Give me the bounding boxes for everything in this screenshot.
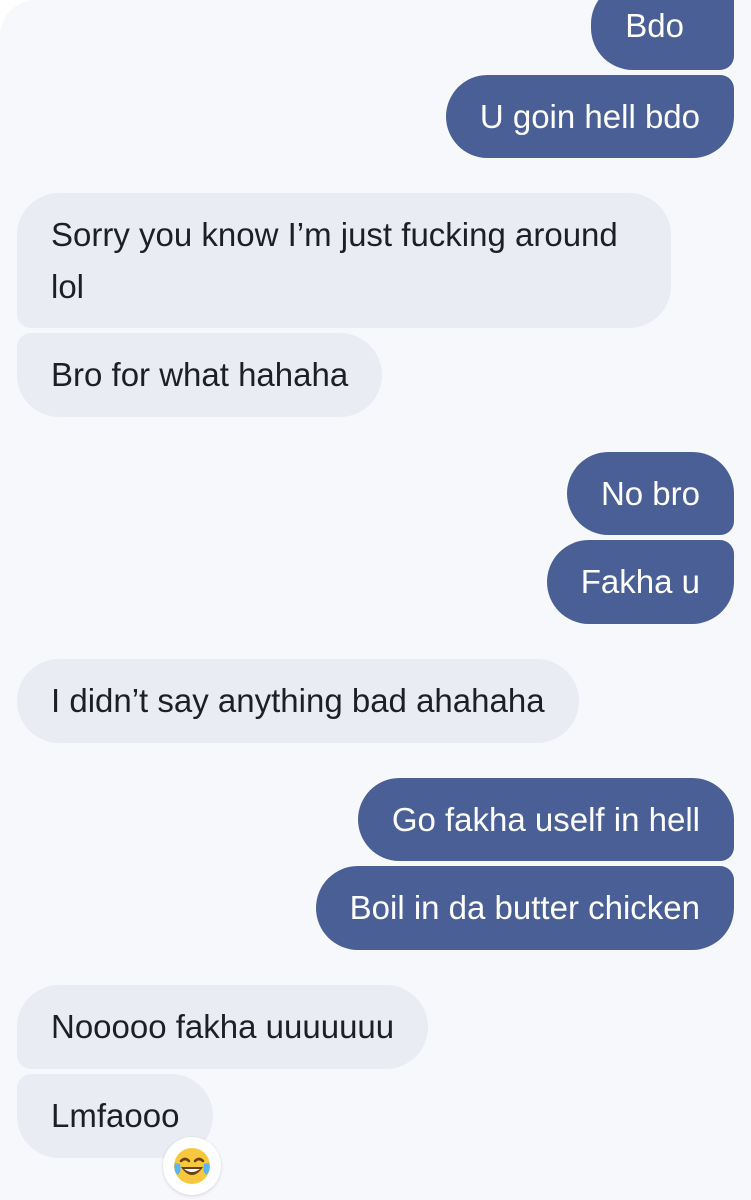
message-text: Fakha u — [580, 563, 700, 600]
message-text: Sorry you know I’m just fucking around l… — [51, 215, 618, 305]
message-bubble-outgoing[interactable]: Fakha u — [546, 540, 734, 624]
message-bubble-outgoing[interactable]: Bdo — [591, 0, 734, 70]
message-bubble-outgoing[interactable]: Go fakha uself in hell — [357, 778, 734, 861]
message-text: Bro for what hahaha — [51, 356, 349, 393]
message-text: No bro — [600, 474, 700, 512]
message-bubble-incoming[interactable]: I didn’t say anything bad ahahaha — [17, 659, 579, 743]
message-text: I didn’t say anything bad ahahaha — [51, 682, 545, 719]
message-bubble-incoming[interactable]: Nooooo fakha uuuuuuu — [17, 985, 429, 1069]
message-text: U goin hell bdo — [479, 97, 700, 135]
message-text: Boil in da butter chicken — [349, 889, 700, 926]
message-bubble-incoming[interactable]: Sorry you know I’m just fucking around l… — [17, 193, 671, 328]
message-bubble-outgoing[interactable]: No bro — [566, 452, 734, 535]
message-bubble-outgoing[interactable]: U goin hell bdo — [445, 75, 734, 158]
message-text: Bdo — [625, 7, 684, 44]
face-with-tears-of-joy-icon — [174, 1148, 210, 1184]
message-bubble-outgoing[interactable]: Boil in da butter chicken — [315, 866, 734, 950]
conversation-view: Bdo U goin hell bdo Sorry you know I’m j… — [0, 0, 751, 1200]
message-text: Go fakha uself in hell — [391, 800, 700, 838]
message-reaction[interactable] — [163, 1137, 221, 1195]
message-text: Lmfaooo — [51, 1097, 180, 1134]
message-text: Nooooo fakha uuuuuuu — [51, 1008, 395, 1045]
message-bubble-incoming[interactable]: Bro for what hahaha — [17, 333, 383, 417]
